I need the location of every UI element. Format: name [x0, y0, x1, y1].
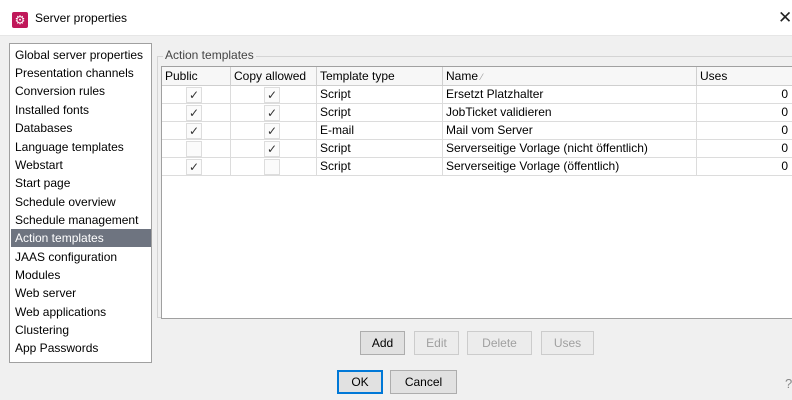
public-checkbox[interactable]: ✓ [186, 105, 202, 121]
public-cell: ✓ [162, 86, 231, 104]
template-type-cell: Script [317, 86, 443, 104]
sidebar-item[interactable]: Modules [11, 266, 151, 284]
delete-button[interactable]: Delete [467, 331, 532, 355]
column-header-name[interactable]: Name ⁄ [443, 67, 697, 86]
edit-button[interactable]: Edit [414, 331, 459, 355]
action-templates-table: Public Copy allowed Template type Name ⁄ … [161, 66, 792, 319]
copy-allowed-cell: ✓ [231, 122, 317, 140]
sidebar-item[interactable]: Clustering [11, 321, 151, 339]
add-button[interactable]: Add [360, 331, 405, 355]
group-label: Action templates [163, 48, 256, 62]
title-bar: ⚙ Server properties ✕ [0, 0, 792, 36]
sidebar-item[interactable]: Installed fonts [11, 101, 151, 119]
copy-allowed-checkbox[interactable]: ✓ [264, 87, 280, 103]
table-row[interactable]: ✓ ✓ E-mail Mail vom Server 0 [162, 122, 792, 140]
sidebar-item[interactable]: Global server properties [11, 46, 151, 64]
public-checkbox[interactable] [186, 141, 202, 157]
sidebar-item[interactable]: Web server [11, 284, 151, 302]
help-icon[interactable]: ? [785, 376, 792, 392]
copy-allowed-cell: ✓ [231, 104, 317, 122]
uses-cell: 0 [697, 104, 792, 122]
public-cell [162, 140, 231, 158]
sidebar-item[interactable]: Start page [11, 174, 151, 192]
sidebar-item[interactable]: Action templates [11, 229, 151, 247]
copy-allowed-checkbox[interactable]: ✓ [264, 123, 280, 139]
public-cell: ✓ [162, 122, 231, 140]
sidebar-item[interactable]: Webstart [11, 156, 151, 174]
copy-allowed-cell: ✓ [231, 140, 317, 158]
column-header-uses[interactable]: Uses [697, 67, 792, 86]
column-header-copy-allowed[interactable]: Copy allowed [231, 67, 317, 86]
column-header-name-label: Name [446, 69, 479, 83]
table-row[interactable]: ✓ Script Serverseitige Vorlage (öffentlich… [162, 158, 792, 176]
copy-allowed-checkbox[interactable] [264, 159, 280, 175]
column-header-public[interactable]: Public [162, 67, 231, 86]
table-row[interactable]: ✓ ✓ Script JobTicket validieren 0 [162, 104, 792, 122]
name-cell: Serverseitige Vorlage (öffentlich) [443, 158, 697, 176]
sidebar-item[interactable]: Web applications [11, 303, 151, 321]
public-cell: ✓ [162, 158, 231, 176]
sidebar-item[interactable]: Schedule management [11, 211, 151, 229]
copy-allowed-checkbox[interactable]: ✓ [264, 141, 280, 157]
copy-allowed-cell [231, 158, 317, 176]
uses-cell: 0 [697, 140, 792, 158]
public-checkbox[interactable]: ✓ [186, 87, 202, 103]
name-cell: Ersetzt Platzhalter [443, 86, 697, 104]
window-title: Server properties [35, 11, 128, 25]
sidebar-item[interactable]: Schedule overview [11, 193, 151, 211]
template-type-cell: Script [317, 158, 443, 176]
column-header-template-type[interactable]: Template type [317, 67, 443, 86]
sidebar-item[interactable]: Presentation channels [11, 64, 151, 82]
uses-cell: 0 [697, 122, 792, 140]
template-type-cell: Script [317, 104, 443, 122]
uses-cell: 0 [697, 86, 792, 104]
sort-ascending-icon: ⁄ [481, 72, 483, 82]
template-type-cell: Script [317, 140, 443, 158]
name-cell: Mail vom Server [443, 122, 697, 140]
copy-allowed-cell: ✓ [231, 86, 317, 104]
sidebar-item[interactable]: App Passwords [11, 339, 151, 357]
sidebar-item[interactable]: Conversion rules [11, 82, 151, 100]
public-cell: ✓ [162, 104, 231, 122]
ok-button[interactable]: OK [337, 370, 383, 394]
sidebar-item[interactable]: JAAS configuration [11, 248, 151, 266]
public-checkbox[interactable]: ✓ [186, 123, 202, 139]
sidebar-item[interactable]: Databases [11, 119, 151, 137]
template-type-cell: E-mail [317, 122, 443, 140]
public-checkbox[interactable]: ✓ [186, 159, 202, 175]
uses-button[interactable]: Uses [541, 331, 594, 355]
table-row[interactable]: ✓ Script Serverseitige Vorlage (nicht öffe… [162, 140, 792, 158]
table-header: Public Copy allowed Template type Name ⁄ … [162, 67, 792, 86]
sidebar-item[interactable]: Language templates [11, 138, 151, 156]
table-row[interactable]: ✓ ✓ Script Ersetzt Platzhalter 0 [162, 86, 792, 104]
copy-allowed-checkbox[interactable]: ✓ [264, 105, 280, 121]
cancel-button[interactable]: Cancel [390, 370, 457, 394]
sidebar-nav: Global server properties Presentation cha… [9, 43, 152, 363]
gear-icon: ⚙ [12, 12, 28, 28]
name-cell: Serverseitige Vorlage (nicht öffentlich) [443, 140, 697, 158]
name-cell: JobTicket validieren [443, 104, 697, 122]
uses-cell: 0 [697, 158, 792, 176]
close-icon[interactable]: ✕ [778, 8, 792, 28]
